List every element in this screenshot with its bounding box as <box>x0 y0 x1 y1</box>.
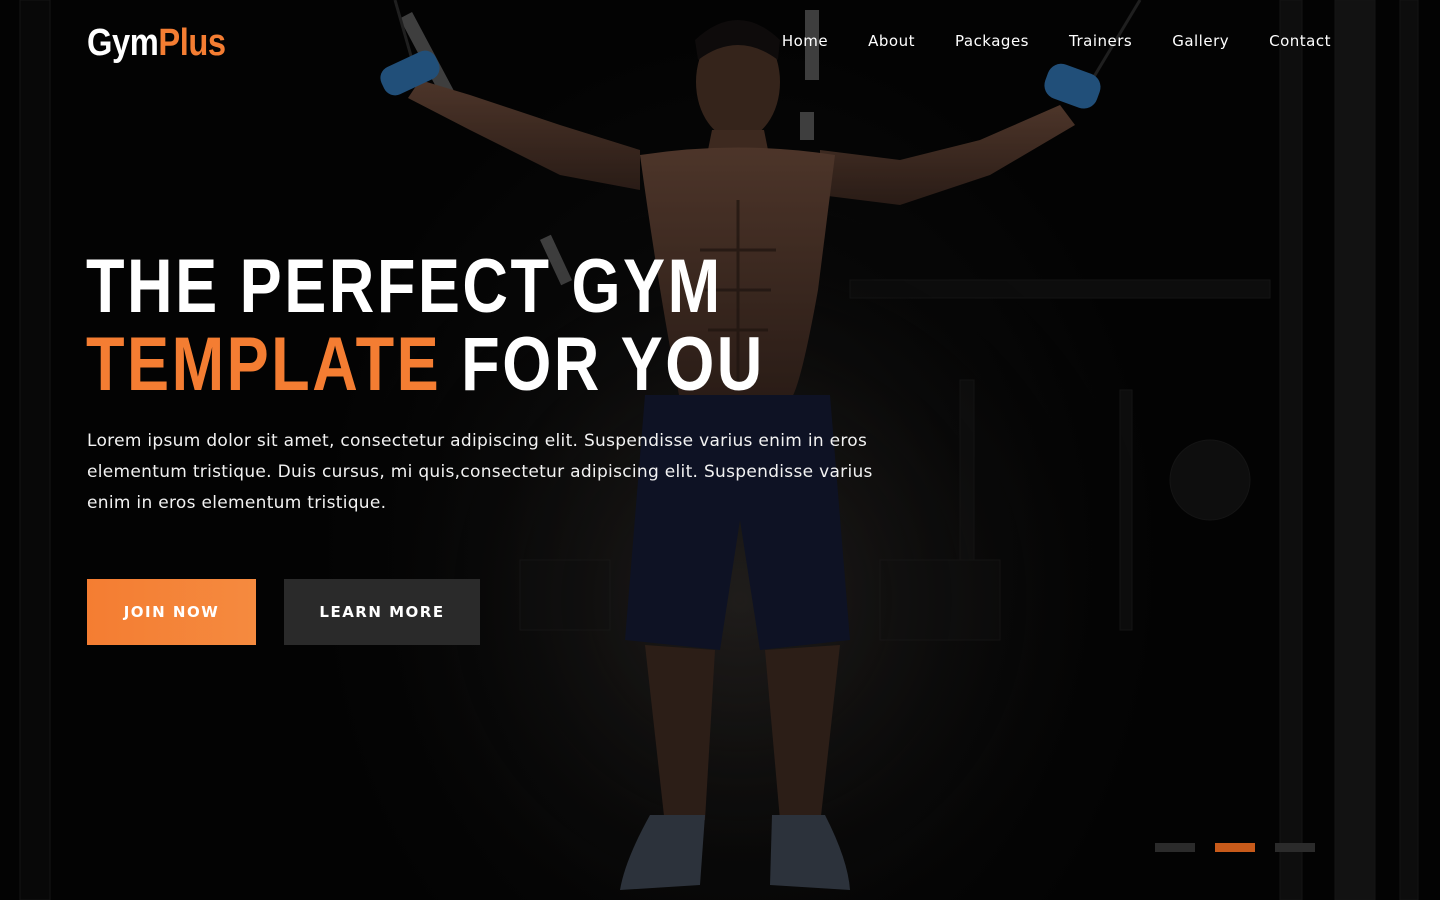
slider-pagination <box>1155 843 1315 852</box>
headline-line2: TEMPLATE FOR YOU <box>86 326 765 404</box>
slider-dot-1[interactable] <box>1155 843 1195 852</box>
slider-dot-2[interactable] <box>1215 843 1255 852</box>
headline-rest: FOR YOU <box>441 322 765 407</box>
hero-lead-text: Lorem ipsum dolor sit amet, consectetur … <box>87 431 873 513</box>
brand-logo[interactable]: GymPlus <box>87 22 226 65</box>
join-now-button[interactable]: JOIN NOW <box>87 579 256 645</box>
hero-headline: THE PERFECT GYM TEMPLATE FOR YOU <box>86 248 765 404</box>
nav-item-home[interactable]: Home <box>762 30 848 52</box>
headline-line1: THE PERFECT GYM <box>86 244 723 329</box>
brand-name-part2: Plus <box>158 22 226 64</box>
brand-name-part1: Gym <box>87 22 159 64</box>
nav-item-about[interactable]: About <box>848 30 935 52</box>
hero-section: GymPlus Home About Packages Trainers Gal… <box>0 0 1440 900</box>
nav-item-gallery[interactable]: Gallery <box>1152 30 1249 52</box>
nav-item-packages[interactable]: Packages <box>935 30 1049 52</box>
slider-dot-3[interactable] <box>1275 843 1315 852</box>
nav-item-contact[interactable]: Contact <box>1249 30 1331 52</box>
learn-more-button[interactable]: LEARN MORE <box>284 579 480 645</box>
main-nav: Home About Packages Trainers Gallery Con… <box>762 30 1331 52</box>
nav-item-trainers[interactable]: Trainers <box>1049 30 1152 52</box>
headline-accent: TEMPLATE <box>86 322 442 407</box>
